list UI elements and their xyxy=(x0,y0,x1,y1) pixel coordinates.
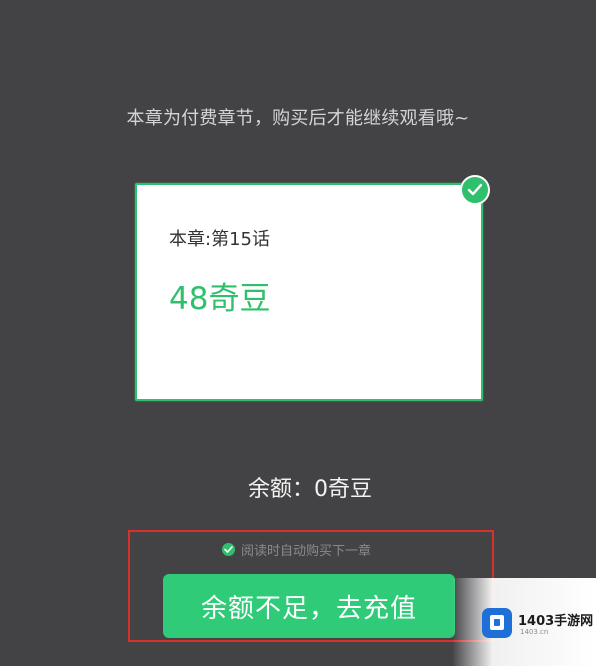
auto-buy-check-icon xyxy=(222,542,235,556)
balance-text: 余额：0奇豆 xyxy=(248,477,372,502)
cube-logo-icon xyxy=(482,608,512,638)
watermark-brand: 1403手游网 xyxy=(518,614,594,629)
chapter-price: 48奇豆 xyxy=(169,281,271,317)
auto-buy-label: 阅读时自动购买下一章 xyxy=(241,543,372,559)
paid-chapter-notice: 本章为付费章节，购买后才能继续观看哦~ xyxy=(126,108,470,129)
selected-check-icon xyxy=(460,175,490,205)
chapter-option-card[interactable]: 本章:第15话 48奇豆 xyxy=(135,183,483,401)
auto-buy-toggle[interactable]: 阅读时自动购买下一章 xyxy=(222,540,372,559)
chapter-title: 本章:第15话 xyxy=(169,229,270,250)
recharge-button[interactable]: 余额不足，去充值 xyxy=(163,574,455,638)
watermark-url: 1403.cn xyxy=(520,628,549,636)
